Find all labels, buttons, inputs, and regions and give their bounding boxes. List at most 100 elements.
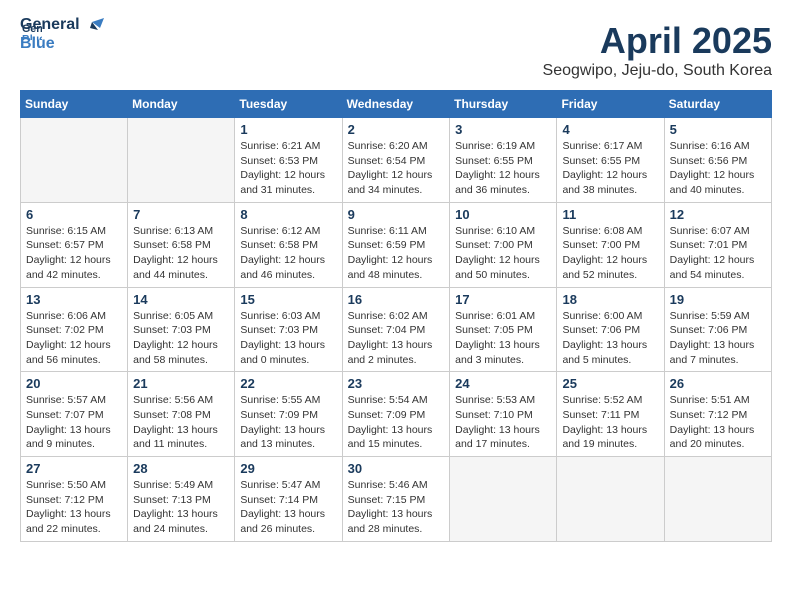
day-info: Sunrise: 6:19 AM Sunset: 6:55 PM Dayligh… (455, 139, 551, 198)
calendar-cell (21, 118, 128, 203)
weekday-header-sunday: Sunday (21, 91, 128, 118)
day-number: 20 (26, 376, 122, 391)
calendar-cell: 26 Sunrise: 5:51 AM Sunset: 7:12 PM Dayli… (664, 372, 771, 457)
day-number: 13 (26, 292, 122, 307)
day-number: 11 (562, 207, 658, 222)
calendar-cell: 1 Sunrise: 6:21 AM Sunset: 6:53 PM Daylig… (235, 118, 342, 203)
calendar-cell: 19 Sunrise: 5:59 AM Sunset: 7:06 PM Dayli… (664, 287, 771, 372)
weekday-header-monday: Monday (128, 91, 235, 118)
weekday-header-saturday: Saturday (664, 91, 771, 118)
day-info: Sunrise: 5:50 AM Sunset: 7:12 PM Dayligh… (26, 478, 122, 537)
weekday-header-tuesday: Tuesday (235, 91, 342, 118)
day-number: 30 (348, 461, 445, 476)
day-number: 16 (348, 292, 445, 307)
day-number: 5 (670, 122, 766, 137)
day-number: 10 (455, 207, 551, 222)
day-info: Sunrise: 6:16 AM Sunset: 6:56 PM Dayligh… (670, 139, 766, 198)
day-number: 15 (240, 292, 336, 307)
day-info: Sunrise: 6:21 AM Sunset: 6:53 PM Dayligh… (240, 139, 336, 198)
calendar-cell: 16 Sunrise: 6:02 AM Sunset: 7:04 PM Dayli… (342, 287, 450, 372)
day-number: 14 (133, 292, 229, 307)
calendar-cell: 6 Sunrise: 6:15 AM Sunset: 6:57 PM Daylig… (21, 202, 128, 287)
day-number: 24 (455, 376, 551, 391)
day-info: Sunrise: 6:00 AM Sunset: 7:06 PM Dayligh… (562, 309, 658, 368)
calendar-cell: 25 Sunrise: 5:52 AM Sunset: 7:11 PM Dayli… (557, 372, 664, 457)
calendar-cell: 21 Sunrise: 5:56 AM Sunset: 7:08 PM Dayli… (128, 372, 235, 457)
title-section: April 2025 Seogwipo, Jeju-do, South Kore… (543, 20, 772, 80)
day-info: Sunrise: 6:12 AM Sunset: 6:58 PM Dayligh… (240, 224, 336, 283)
calendar-cell: 20Sunrise: 5:57 AM Sunset: 7:07 PM Dayli… (21, 372, 128, 457)
calendar-cell: 14 Sunrise: 6:05 AM Sunset: 7:03 PM Dayli… (128, 287, 235, 372)
day-info: Sunrise: 6:15 AM Sunset: 6:57 PM Dayligh… (26, 224, 122, 283)
weekday-header-thursday: Thursday (450, 91, 557, 118)
calendar-cell: 22Sunrise: 5:55 AM Sunset: 7:09 PM Dayli… (235, 372, 342, 457)
calendar-cell (450, 457, 557, 542)
day-info: Sunrise: 6:13 AM Sunset: 6:58 PM Dayligh… (133, 224, 229, 283)
calendar-cell: 9Sunrise: 6:11 AM Sunset: 6:59 PM Daylig… (342, 202, 450, 287)
calendar-cell: 23 Sunrise: 5:54 AM Sunset: 7:09 PM Dayli… (342, 372, 450, 457)
day-number: 8 (240, 207, 336, 222)
day-number: 19 (670, 292, 766, 307)
day-number: 23 (348, 376, 445, 391)
calendar-cell: 24 Sunrise: 5:53 AM Sunset: 7:10 PM Dayli… (450, 372, 557, 457)
calendar-cell: 8 Sunrise: 6:12 AM Sunset: 6:58 PM Daylig… (235, 202, 342, 287)
weekday-header-friday: Friday (557, 91, 664, 118)
calendar-cell: 18Sunrise: 6:00 AM Sunset: 7:06 PM Dayli… (557, 287, 664, 372)
day-number: 2 (348, 122, 445, 137)
day-number: 26 (670, 376, 766, 391)
calendar-cell: 4 Sunrise: 6:17 AM Sunset: 6:55 PM Daylig… (557, 118, 664, 203)
calendar-week-row: 27 Sunrise: 5:50 AM Sunset: 7:12 PM Dayli… (21, 457, 772, 542)
calendar-cell: 10Sunrise: 6:10 AM Sunset: 7:00 PM Dayli… (450, 202, 557, 287)
calendar-cell: 11Sunrise: 6:08 AM Sunset: 7:00 PM Dayli… (557, 202, 664, 287)
logo-blue: Blue (20, 34, 80, 53)
day-number: 25 (562, 376, 658, 391)
day-info: Sunrise: 6:02 AM Sunset: 7:04 PM Dayligh… (348, 309, 445, 368)
day-info: Sunrise: 5:56 AM Sunset: 7:08 PM Dayligh… (133, 393, 229, 452)
logo-general: General (20, 15, 80, 34)
day-info: Sunrise: 5:54 AM Sunset: 7:09 PM Dayligh… (348, 393, 445, 452)
day-info: Sunrise: 5:47 AM Sunset: 7:14 PM Dayligh… (240, 478, 336, 537)
day-info: Sunrise: 6:05 AM Sunset: 7:03 PM Dayligh… (133, 309, 229, 368)
day-info: Sunrise: 5:49 AM Sunset: 7:13 PM Dayligh… (133, 478, 229, 537)
day-number: 27 (26, 461, 122, 476)
calendar-cell: 28 Sunrise: 5:49 AM Sunset: 7:13 PM Dayli… (128, 457, 235, 542)
day-info: Sunrise: 5:51 AM Sunset: 7:12 PM Dayligh… (670, 393, 766, 452)
day-info: Sunrise: 5:59 AM Sunset: 7:06 PM Dayligh… (670, 309, 766, 368)
day-number: 21 (133, 376, 229, 391)
calendar-cell: 30Sunrise: 5:46 AM Sunset: 7:15 PM Dayli… (342, 457, 450, 542)
logo-bird-icon (82, 18, 104, 40)
day-info: Sunrise: 6:20 AM Sunset: 6:54 PM Dayligh… (348, 139, 445, 198)
day-number: 7 (133, 207, 229, 222)
calendar: SundayMondayTuesdayWednesdayThursdayFrid… (20, 90, 772, 542)
day-info: Sunrise: 6:17 AM Sunset: 6:55 PM Dayligh… (562, 139, 658, 198)
day-number: 4 (562, 122, 658, 137)
location-title: Seogwipo, Jeju-do, South Korea (543, 62, 772, 80)
day-number: 29 (240, 461, 336, 476)
day-number: 1 (240, 122, 336, 137)
day-info: Sunrise: 6:01 AM Sunset: 7:05 PM Dayligh… (455, 309, 551, 368)
calendar-week-row: 1 Sunrise: 6:21 AM Sunset: 6:53 PM Daylig… (21, 118, 772, 203)
calendar-week-row: 6 Sunrise: 6:15 AM Sunset: 6:57 PM Daylig… (21, 202, 772, 287)
calendar-cell (664, 457, 771, 542)
day-number: 6 (26, 207, 122, 222)
calendar-cell (557, 457, 664, 542)
day-number: 9 (348, 207, 445, 222)
day-number: 12 (670, 207, 766, 222)
logo: General Blue General Blue (20, 20, 104, 53)
calendar-cell (128, 118, 235, 203)
weekday-header-row: SundayMondayTuesdayWednesdayThursdayFrid… (21, 91, 772, 118)
day-info: Sunrise: 6:03 AM Sunset: 7:03 PM Dayligh… (240, 309, 336, 368)
day-info: Sunrise: 5:55 AM Sunset: 7:09 PM Dayligh… (240, 393, 336, 452)
day-info: Sunrise: 5:52 AM Sunset: 7:11 PM Dayligh… (562, 393, 658, 452)
calendar-cell: 12Sunrise: 6:07 AM Sunset: 7:01 PM Dayli… (664, 202, 771, 287)
calendar-cell: 29 Sunrise: 5:47 AM Sunset: 7:14 PM Dayli… (235, 457, 342, 542)
calendar-cell: 2 Sunrise: 6:20 AM Sunset: 6:54 PM Daylig… (342, 118, 450, 203)
calendar-cell: 27 Sunrise: 5:50 AM Sunset: 7:12 PM Dayli… (21, 457, 128, 542)
calendar-cell: 17Sunrise: 6:01 AM Sunset: 7:05 PM Dayli… (450, 287, 557, 372)
day-number: 28 (133, 461, 229, 476)
calendar-week-row: 13 Sunrise: 6:06 AM Sunset: 7:02 PM Dayli… (21, 287, 772, 372)
day-info: Sunrise: 6:06 AM Sunset: 7:02 PM Dayligh… (26, 309, 122, 368)
day-number: 3 (455, 122, 551, 137)
day-info: Sunrise: 5:53 AM Sunset: 7:10 PM Dayligh… (455, 393, 551, 452)
weekday-header-wednesday: Wednesday (342, 91, 450, 118)
